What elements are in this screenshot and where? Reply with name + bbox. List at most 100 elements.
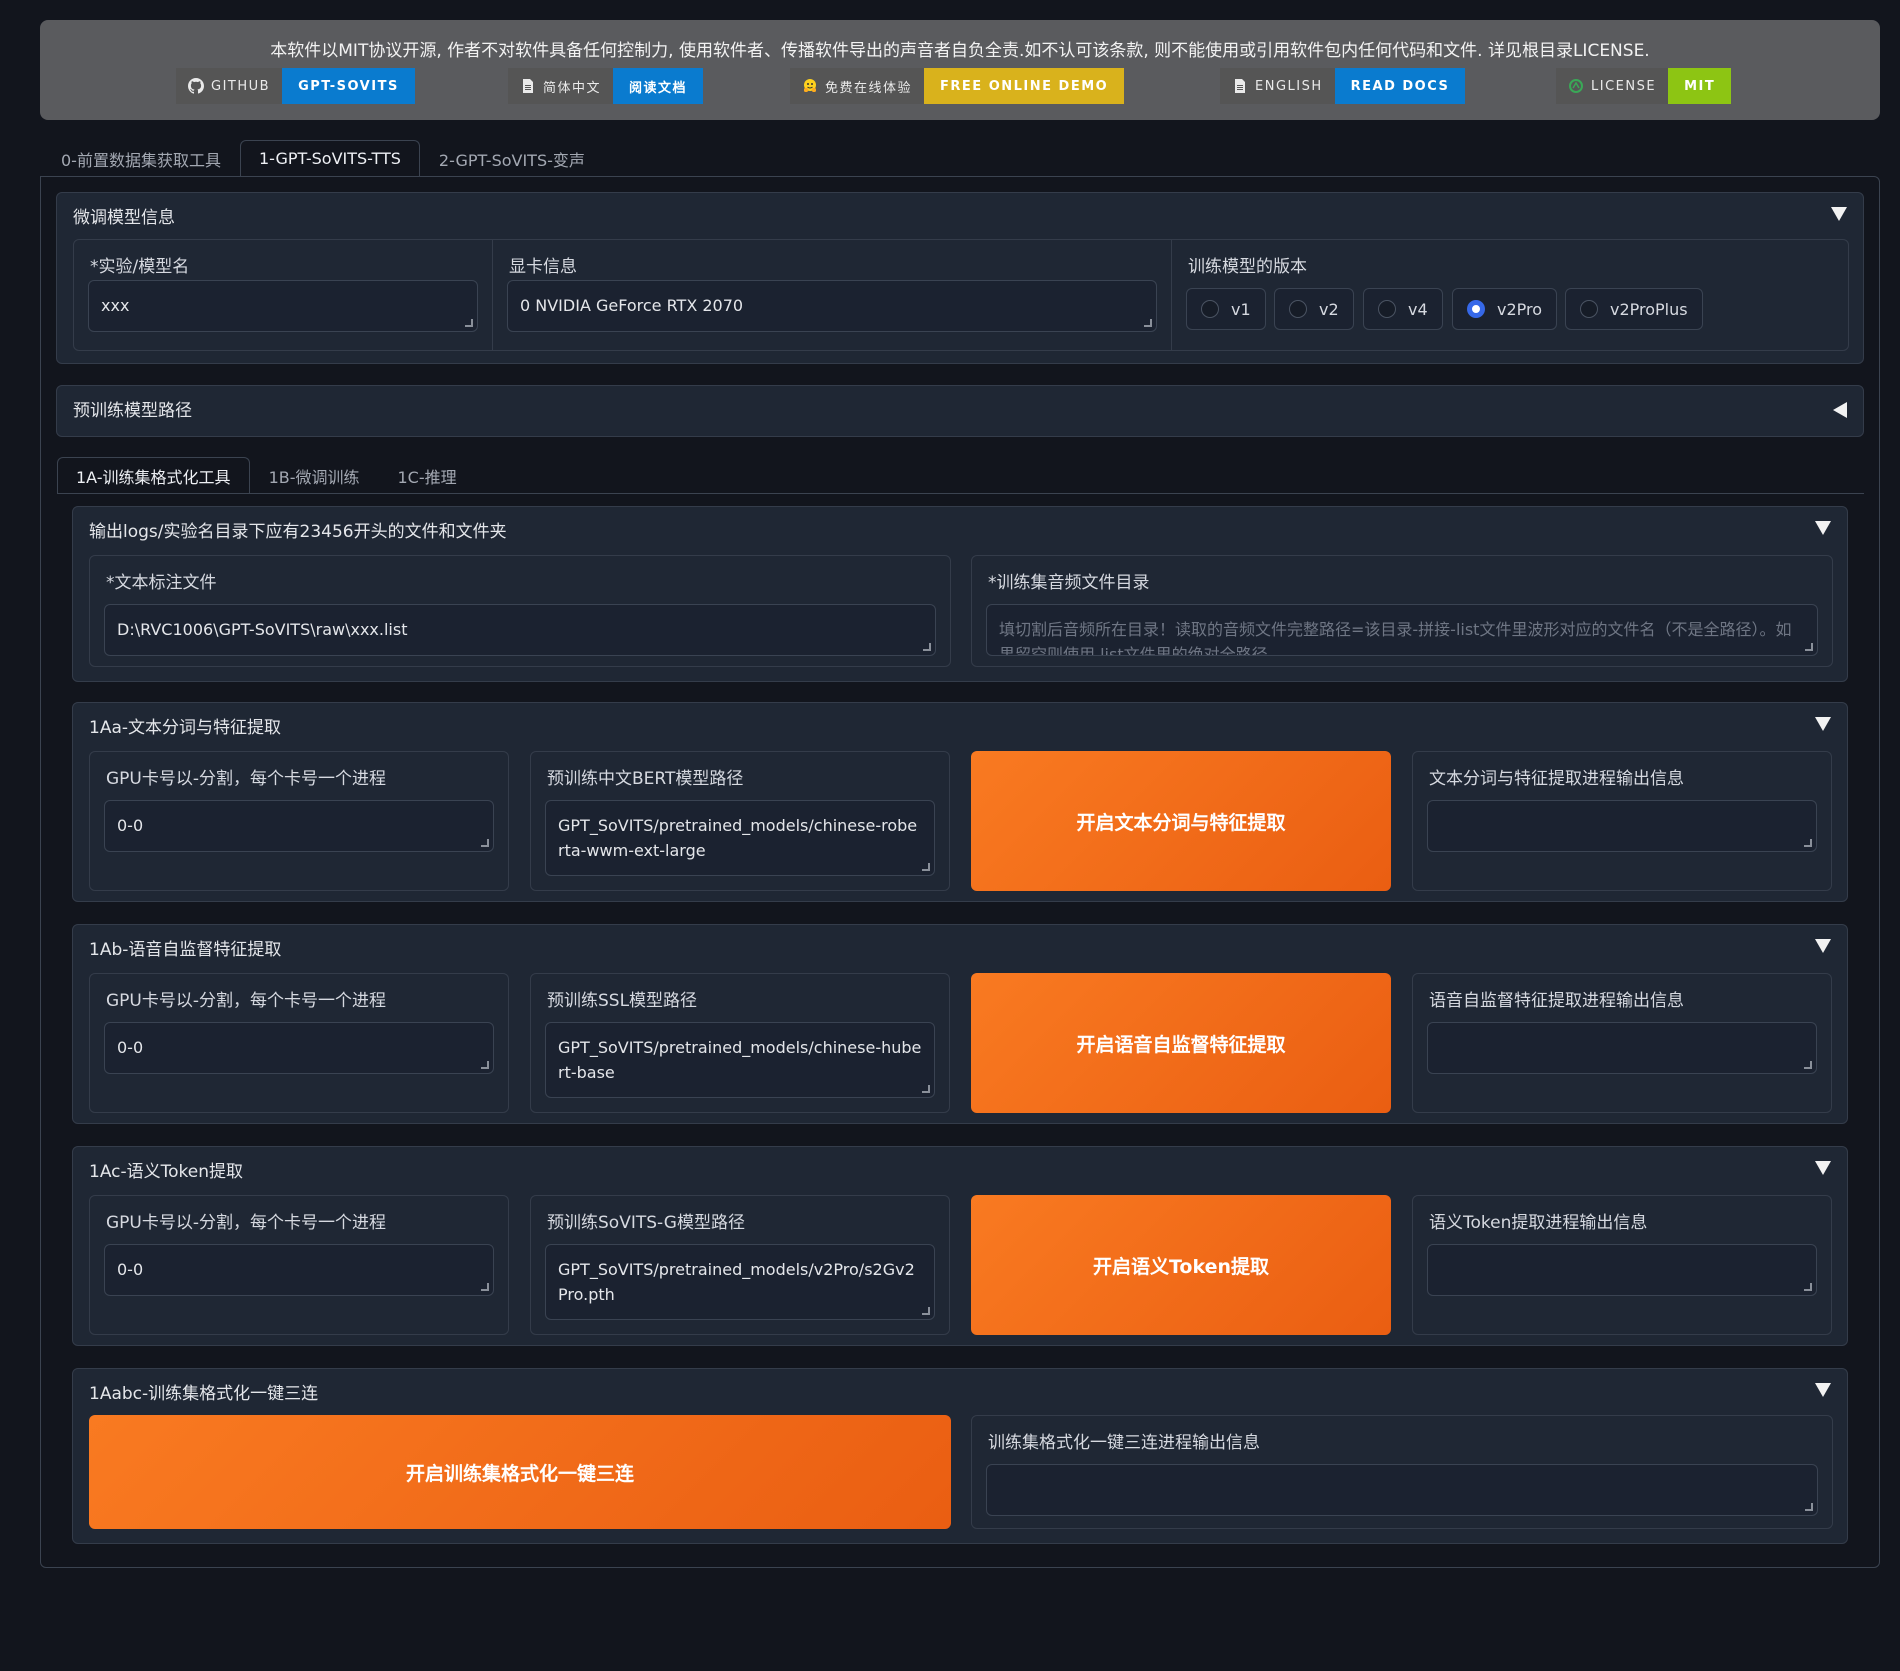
audio-dir-input[interactable]: 填切割后音频所在目录！读取的音频文件完整路径=该目录-拼接-list文件里波形对… <box>986 604 1818 656</box>
badge-right-label: GPT-SOVITS <box>282 68 415 104</box>
step-1ab-section: 1Ab-语音自监督特征提取 GPU卡号以-分割，每个卡号一个进程 0-0 预训练… <box>72 924 1848 1124</box>
radio-selected-icon <box>1467 300 1485 318</box>
ssl-feature-output-block: 语音自监督特征提取进程输出信息 <box>1412 973 1832 1113</box>
resize-handle[interactable] <box>1804 839 1812 847</box>
version-option-v4[interactable]: v4 <box>1363 288 1443 330</box>
model-info-section: 微调模型信息 *实验/模型名 xxx 显卡信息 0 NVIDIA GeForce… <box>56 192 1864 364</box>
sovits-g-path-input[interactable]: GPT_SoVITS/pretrained_models/v2Pro/s2Gv2… <box>545 1244 935 1320</box>
semantic-token-output[interactable] <box>1427 1244 1817 1296</box>
gpu-info-input[interactable]: 0 NVIDIA GeForce RTX 2070 <box>507 280 1157 332</box>
step-1aa-section: 1Aa-文本分词与特征提取 GPU卡号以-分割，每个卡号一个进程 0-0 预训练… <box>72 702 1848 902</box>
radio-icon <box>1580 300 1598 318</box>
expand-icon[interactable] <box>1833 402 1847 418</box>
resize-handle[interactable] <box>481 1283 489 1291</box>
collapse-icon[interactable] <box>1815 717 1831 731</box>
gpu-ids-value: 0-0 <box>117 1038 144 1057</box>
section-title: 输出logs/实验名目录下应有23456开头的文件和文件夹 <box>89 522 507 542</box>
document-icon <box>1235 79 1245 93</box>
gpu-ids-block: GPU卡号以-分割，每个卡号一个进程 0-0 <box>89 973 509 1113</box>
one-click-output[interactable] <box>986 1464 1818 1516</box>
one-click-output-block: 训练集格式化一键三连进程输出信息 <box>971 1415 1833 1529</box>
resize-handle[interactable] <box>1804 1061 1812 1069</box>
document-icon <box>523 79 533 93</box>
collapse-icon[interactable] <box>1831 207 1847 221</box>
resize-handle[interactable] <box>922 863 930 871</box>
collapse-icon[interactable] <box>1815 521 1831 535</box>
sub-tab-underline <box>57 493 1864 494</box>
start-text-feature-button[interactable]: 开启文本分词与特征提取 <box>971 751 1391 891</box>
ssl-path-label: 预训练SSL模型路径 <box>547 991 698 1011</box>
option-label: v2Pro <box>1497 299 1543 319</box>
resize-handle[interactable] <box>922 1085 930 1093</box>
resize-handle[interactable] <box>923 643 931 651</box>
badge-right-label: MIT <box>1668 68 1732 104</box>
section-title: 预训练模型路径 <box>73 401 192 421</box>
resize-handle[interactable] <box>1805 1503 1813 1511</box>
docs-en-badge[interactable]: ENGLISH READ DOCS <box>1220 68 1466 104</box>
version-label: 训练模型的版本 <box>1188 257 1307 277</box>
version-option-v1[interactable]: v1 <box>1186 288 1266 330</box>
gpu-ids-input[interactable]: 0-0 <box>104 1244 494 1296</box>
online-demo-badge[interactable]: 免费在线体验 FREE ONLINE DEMO <box>790 68 1125 104</box>
ssl-feature-output[interactable] <box>1427 1022 1817 1074</box>
license-icon <box>1569 79 1583 93</box>
start-semantic-token-button[interactable]: 开启语义Token提取 <box>971 1195 1391 1335</box>
collapse-icon[interactable] <box>1815 1161 1831 1175</box>
github-badge[interactable]: GITHUB GPT-SOVITS <box>176 68 415 104</box>
exp-name-label: *实验/模型名 <box>90 257 190 277</box>
gpu-ids-block: GPU卡号以-分割，每个卡号一个进程 0-0 <box>89 751 509 891</box>
bert-path-value: GPT_SoVITS/pretrained_models/chinese-rob… <box>558 816 918 860</box>
audio-dir-placeholder: 填切割后音频所在目录！读取的音频文件完整路径=该目录-拼接-list文件里波形对… <box>999 620 1792 656</box>
gpu-ids-input[interactable]: 0-0 <box>104 800 494 852</box>
license-badge[interactable]: LICENSE MIT <box>1556 68 1732 104</box>
gpu-info-label: 显卡信息 <box>509 257 577 277</box>
gpu-info-block: 显卡信息 0 NVIDIA GeForce RTX 2070 <box>493 240 1171 350</box>
resize-handle[interactable] <box>1805 643 1813 651</box>
tab-gpt-sovits-tts[interactable]: 1-GPT-SoVITS-TTS <box>239 140 420 176</box>
resize-handle[interactable] <box>1144 319 1152 327</box>
bert-path-block: 预训练中文BERT模型路径 GPT_SoVITS/pretrained_mode… <box>530 751 950 891</box>
text-file-input[interactable]: D:\RVC1006\GPT-SoVITS\raw\xxx.list <box>104 604 936 656</box>
badge-left-label: ENGLISH <box>1255 78 1323 94</box>
sovits-g-path-value: GPT_SoVITS/pretrained_models/v2Pro/s2Gv2… <box>558 1260 915 1304</box>
semantic-token-output-block: 语义Token提取进程输出信息 <box>1412 1195 1832 1335</box>
start-one-click-format-button[interactable]: 开启训练集格式化一键三连 <box>89 1415 951 1529</box>
resize-handle[interactable] <box>922 1307 930 1315</box>
version-option-v2proplus[interactable]: v2ProPlus <box>1565 288 1703 330</box>
gpu-ids-label: GPU卡号以-分割，每个卡号一个进程 <box>106 769 387 789</box>
text-feature-output[interactable] <box>1427 800 1817 852</box>
collapse-icon[interactable] <box>1815 1383 1831 1397</box>
badge-left-label: LICENSE <box>1591 78 1657 94</box>
ssl-path-input[interactable]: GPT_SoVITS/pretrained_models/chinese-hub… <box>545 1022 935 1098</box>
output-label: 语音自监督特征提取进程输出信息 <box>1429 991 1684 1011</box>
tab-finetune[interactable]: 1B-微调训练 <box>250 457 379 493</box>
pretrained-paths-section[interactable]: 预训练模型路径 <box>56 385 1864 437</box>
tab-voice-conversion[interactable]: 2-GPT-SoVITS-变声 <box>420 140 604 176</box>
start-ssl-feature-button[interactable]: 开启语音自监督特征提取 <box>971 973 1391 1113</box>
resize-handle[interactable] <box>1804 1283 1812 1291</box>
output-label: 训练集格式化一键三连进程输出信息 <box>988 1433 1260 1453</box>
version-option-v2pro[interactable]: v2Pro <box>1452 288 1558 330</box>
resize-handle[interactable] <box>481 839 489 847</box>
section-title: 1Ac-语义Token提取 <box>89 1162 243 1182</box>
badge-left-label: 简体中文 <box>543 80 602 96</box>
text-label-file-block: *文本标注文件 D:\RVC1006\GPT-SoVITS\raw\xxx.li… <box>89 555 951 667</box>
collapse-icon[interactable] <box>1815 939 1831 953</box>
step-1ac-section: 1Ac-语义Token提取 GPU卡号以-分割，每个卡号一个进程 0-0 预训练… <box>72 1146 1848 1346</box>
gpu-ids-input[interactable]: 0-0 <box>104 1022 494 1074</box>
resize-handle[interactable] <box>465 319 473 327</box>
bert-path-input[interactable]: GPT_SoVITS/pretrained_models/chinese-rob… <box>545 800 935 876</box>
sovits-g-path-label: 预训练SoVITS-G模型路径 <box>547 1213 745 1233</box>
exp-name-block: *实验/模型名 xxx <box>74 240 492 350</box>
version-option-v2[interactable]: v2 <box>1274 288 1354 330</box>
tab-inference[interactable]: 1C-推理 <box>379 457 476 493</box>
section-title: 1Aa-文本分词与特征提取 <box>89 718 281 738</box>
tab-dataset-tools[interactable]: 0-前置数据集获取工具 <box>42 140 240 176</box>
resize-handle[interactable] <box>481 1061 489 1069</box>
gpu-ids-label: GPU卡号以-分割，每个卡号一个进程 <box>106 991 387 1011</box>
gpu-info-value: 0 NVIDIA GeForce RTX 2070 <box>520 296 744 315</box>
docs-cn-badge[interactable]: 简体中文 阅读文档 <box>508 68 704 104</box>
exp-name-input[interactable]: xxx <box>88 280 478 332</box>
audio-dir-label: *训练集音频文件目录 <box>988 573 1150 593</box>
tab-dataset-format[interactable]: 1A-训练集格式化工具 <box>57 457 250 493</box>
